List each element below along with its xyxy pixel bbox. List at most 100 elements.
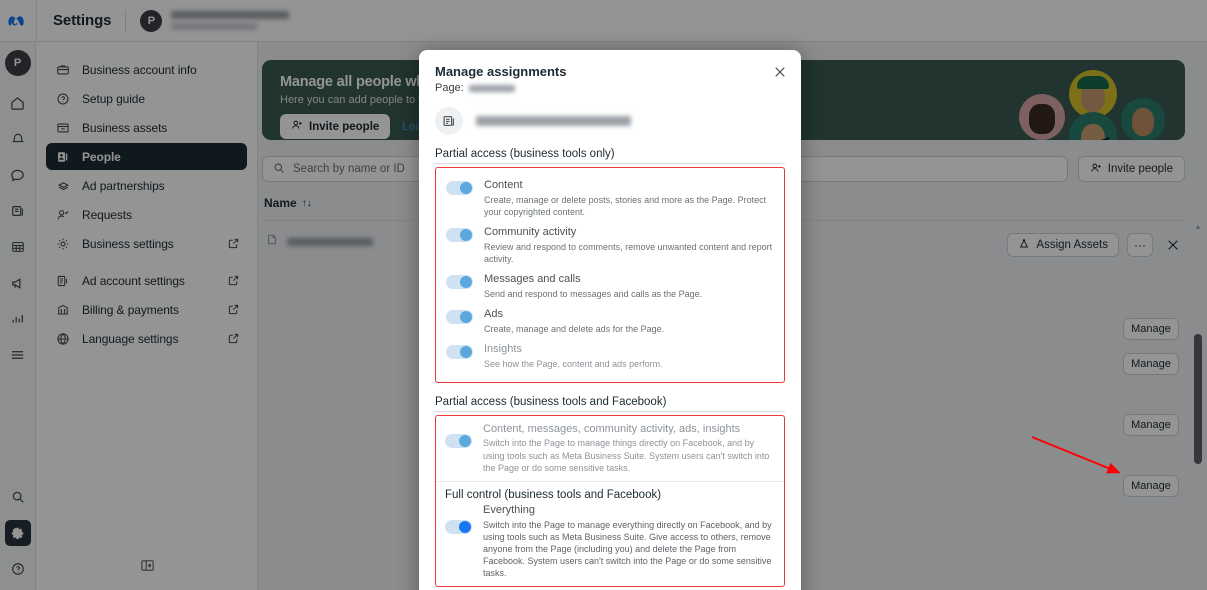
add-user-icon bbox=[1090, 162, 1102, 177]
toggle-knob bbox=[460, 276, 472, 289]
archive-box-icon bbox=[54, 121, 72, 135]
sidebar-item-setup-guide[interactable]: Setup guide bbox=[46, 85, 247, 112]
permission-community-activity[interactable]: Community activity Review and respond to… bbox=[444, 222, 776, 269]
detail-actions: Assign Assets ··· bbox=[1007, 233, 1185, 257]
pages-icon[interactable] bbox=[5, 198, 31, 224]
assign-assets-button[interactable]: Assign Assets bbox=[1007, 233, 1119, 257]
vertical-scrollbar[interactable]: ▲ bbox=[1193, 224, 1203, 590]
column-header-name[interactable]: Name bbox=[264, 196, 297, 210]
permission-content[interactable]: Content Create, manage or delete posts, … bbox=[444, 175, 776, 222]
insights-bar-chart-icon[interactable] bbox=[5, 306, 31, 332]
sidebar-item-people[interactable]: People bbox=[46, 143, 247, 170]
search-icon[interactable] bbox=[5, 484, 31, 510]
account-name-redacted bbox=[171, 11, 290, 19]
permission-ads[interactable]: Ads Create, manage and delete ads for th… bbox=[444, 304, 776, 339]
toggle-everything[interactable] bbox=[445, 519, 472, 534]
sort-arrows-icon[interactable]: ↑↓ bbox=[302, 198, 312, 209]
permission-description: Switch into the Page to manage things di… bbox=[483, 438, 770, 473]
sidebar-item-business-settings[interactable]: Business settings bbox=[46, 230, 247, 257]
messages-chat-icon[interactable] bbox=[5, 162, 31, 188]
hero-invite-label: Invite people bbox=[309, 120, 380, 133]
sidebar-item-label: Requests bbox=[82, 207, 132, 222]
settings-app: Settings P P Business account info Setup… bbox=[0, 0, 1207, 590]
external-link-icon bbox=[228, 275, 239, 286]
table-grid-icon[interactable] bbox=[5, 234, 31, 260]
sidebar-item-business-account-info[interactable]: Business account info bbox=[46, 56, 247, 83]
sidebar-item-billing-payments[interactable]: Billing & payments bbox=[46, 296, 247, 323]
avatar-illustration-2-hat bbox=[1077, 76, 1109, 89]
sidebar-item-ad-partnerships[interactable]: Ad partnerships bbox=[46, 172, 247, 199]
page-title-redacted bbox=[476, 116, 631, 126]
settings-sidebar: Business account info Setup guide Busine… bbox=[36, 42, 258, 590]
toggle-knob bbox=[460, 345, 472, 358]
sidebar-item-ad-account-settings[interactable]: Ad account settings bbox=[46, 267, 247, 294]
manage-button[interactable]: Manage bbox=[1123, 318, 1179, 340]
more-options-button[interactable]: ··· bbox=[1127, 233, 1153, 257]
toggle-community-activity[interactable] bbox=[446, 228, 473, 243]
permission-description: Create, manage and delete ads for the Pa… bbox=[484, 323, 665, 334]
invite-people-label: Invite people bbox=[1107, 163, 1173, 175]
account-switcher[interactable]: P bbox=[126, 9, 290, 32]
permission-description: Review and respond to comments, remove u… bbox=[484, 241, 773, 264]
toggle-insights[interactable] bbox=[446, 344, 473, 359]
close-icon[interactable] bbox=[771, 63, 789, 81]
sidebar-item-label: Billing & payments bbox=[82, 302, 179, 317]
permission-text: Messages and calls Send and respond to m… bbox=[484, 273, 774, 300]
home-icon[interactable] bbox=[5, 90, 31, 116]
invite-people-button[interactable]: Invite people bbox=[1077, 156, 1185, 182]
ad-account-icon bbox=[54, 274, 72, 288]
ads-megaphone-icon[interactable] bbox=[5, 270, 31, 296]
permission-name: Content bbox=[484, 179, 523, 191]
rail-avatar[interactable]: P bbox=[4, 50, 31, 76]
toggle-content[interactable] bbox=[446, 181, 473, 195]
avatar-illustration-1-face bbox=[1029, 104, 1055, 134]
more-menu-icon[interactable] bbox=[5, 342, 31, 368]
dialog-title: Manage assignments bbox=[435, 64, 567, 79]
meta-logo-icon[interactable] bbox=[0, 14, 36, 28]
globe-icon bbox=[54, 332, 72, 346]
page-label: Page: bbox=[435, 82, 464, 94]
toggle-knob bbox=[460, 182, 472, 194]
partial-and-full-access-group: Content, messages, community activity, a… bbox=[435, 414, 785, 588]
notifications-bell-icon[interactable] bbox=[5, 126, 31, 152]
page-title: Settings bbox=[53, 12, 112, 29]
sidebar-item-label: People bbox=[82, 149, 121, 164]
settings-gear-icon[interactable] bbox=[4, 520, 31, 546]
permission-description: Create, manage or delete posts, stories … bbox=[484, 194, 767, 217]
section-heading-full-control: Full control (business tools and Faceboo… bbox=[445, 488, 662, 501]
search-placeholder: Search by name or ID bbox=[293, 163, 405, 175]
toggle-partial-facebook[interactable] bbox=[445, 433, 472, 448]
help-circle-icon[interactable] bbox=[5, 556, 31, 582]
sidebar-item-label: Business assets bbox=[82, 120, 168, 135]
permission-content-messages-community-ads-insights[interactable]: Content, messages, community activity, a… bbox=[445, 423, 775, 474]
permission-insights[interactable]: Insights See how the Page, content and a… bbox=[444, 339, 776, 374]
dialog-page-line: Page: bbox=[435, 82, 785, 94]
sidebar-item-business-assets[interactable]: Business assets bbox=[46, 114, 247, 141]
add-user-icon bbox=[291, 119, 303, 134]
manage-button[interactable]: Manage bbox=[1123, 414, 1179, 436]
scrollbar-thumb[interactable] bbox=[1194, 334, 1202, 464]
account-sub-redacted bbox=[171, 23, 258, 30]
permission-text: Ads Create, manage and delete ads for th… bbox=[484, 308, 774, 335]
permission-name: Everything bbox=[483, 503, 535, 516]
sidebar-collapse-icon[interactable] bbox=[140, 558, 155, 578]
permission-messages-and-calls[interactable]: Messages and calls Send and respond to m… bbox=[444, 269, 776, 304]
sidebar-item-label: Business account info bbox=[82, 62, 197, 77]
hero-invite-people-button[interactable]: Invite people bbox=[280, 114, 391, 139]
scroll-up-arrow[interactable]: ▲ bbox=[1194, 224, 1202, 231]
gear-icon bbox=[54, 237, 72, 251]
manage-button[interactable]: Manage bbox=[1123, 353, 1179, 375]
toggle-messages-and-calls[interactable] bbox=[446, 275, 473, 290]
close-detail-button[interactable] bbox=[1161, 233, 1185, 257]
permission-everything[interactable]: Everything Switch into the Page to manag… bbox=[445, 504, 775, 579]
external-link-icon bbox=[228, 304, 239, 315]
left-icon-rail: P bbox=[0, 42, 36, 590]
sidebar-item-language-settings[interactable]: Language settings bbox=[46, 325, 247, 352]
sidebar-item-requests[interactable]: Requests bbox=[46, 201, 247, 228]
sidebar-item-label: Ad account settings bbox=[82, 273, 185, 288]
bank-icon bbox=[54, 303, 72, 317]
external-link-icon bbox=[228, 333, 239, 344]
toggle-ads[interactable] bbox=[446, 309, 473, 324]
manage-button[interactable]: Manage bbox=[1123, 475, 1179, 497]
